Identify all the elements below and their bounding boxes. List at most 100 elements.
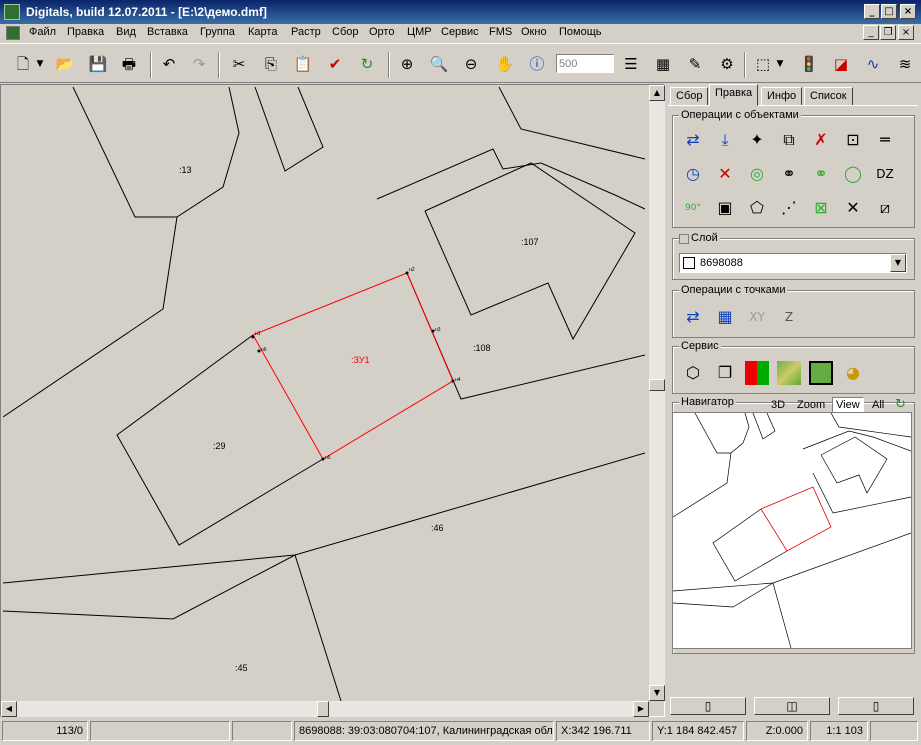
undo-icon[interactable]: ↶ — [158, 53, 180, 75]
refresh-icon[interactable]: ↻ — [356, 53, 378, 75]
delete-vertex-icon[interactable]: ✕ — [713, 162, 737, 186]
mdi-minimize-button[interactable]: _ — [863, 25, 879, 40]
tools-icon[interactable]: ✗ — [809, 128, 833, 152]
union-icon[interactable]: ◎ — [745, 162, 769, 186]
rotate-90-icon[interactable]: 90° — [681, 196, 705, 220]
vertical-scrollbar[interactable]: ▲ ▼ — [649, 85, 665, 701]
menu-fms[interactable]: FMS — [489, 26, 512, 38]
layout-left-icon[interactable]: ▯ — [670, 697, 746, 715]
nav-mode-view[interactable]: View — [832, 397, 864, 413]
horizontal-scrollbar[interactable]: ◀ ▶ — [1, 701, 649, 717]
rotate-icon[interactable]: ◷ — [681, 162, 705, 186]
cube-icon[interactable]: ⬡ — [681, 361, 705, 385]
close-button[interactable]: × — [900, 4, 916, 19]
scroll-up-icon[interactable]: ▲ — [649, 85, 665, 101]
swap-direction-icon[interactable]: ⇄ — [681, 128, 705, 152]
tab-spisok[interactable]: Список — [804, 87, 853, 106]
layout-right-icon[interactable]: ▯ — [838, 697, 914, 715]
scale-input[interactable] — [556, 54, 614, 73]
intersect-icon[interactable]: ⚭ — [777, 162, 801, 186]
new-dropdown-icon[interactable]: ▼ — [34, 53, 46, 75]
zoom-window-icon[interactable]: ⊕ — [396, 53, 418, 75]
menu-file[interactable]: Файл — [29, 26, 56, 38]
nav-refresh-icon[interactable]: ↻ — [895, 397, 906, 412]
settings-icon[interactable]: ⚙ — [716, 53, 738, 75]
layers-icon[interactable]: ☰ — [620, 53, 642, 75]
edit-table-icon[interactable]: ✎ — [684, 53, 706, 75]
nav-mode-3d[interactable]: 3D — [771, 399, 785, 411]
menu-insert[interactable]: Вставка — [147, 26, 188, 38]
cross-lines-icon[interactable]: ✕ — [841, 196, 865, 220]
zoom-in-icon[interactable]: 🔍 — [428, 53, 450, 75]
menu-dem[interactable]: ЦМР — [407, 26, 432, 38]
raster-image-icon[interactable] — [809, 361, 833, 385]
vertical-scroll-thumb[interactable] — [649, 379, 665, 391]
mdi-close-button[interactable]: × — [898, 25, 914, 40]
z-button[interactable]: Z — [777, 305, 801, 329]
grid-cross-icon[interactable]: ⊠ — [809, 196, 833, 220]
menu-ortho[interactable]: Орто — [369, 26, 394, 38]
menu-window[interactable]: Окно — [521, 26, 547, 38]
redo-icon[interactable]: ↷ — [188, 53, 210, 75]
menu-raster[interactable]: Растр — [291, 26, 321, 38]
eraser-icon[interactable]: ⧄ — [873, 196, 897, 220]
layout-split-icon[interactable]: ◫ — [754, 697, 830, 715]
tab-info[interactable]: Инфо — [761, 87, 803, 106]
cut-icon[interactable]: ✂ — [228, 53, 250, 75]
copy-object-icon[interactable]: ⧉ — [777, 128, 801, 152]
hatch-icon[interactable]: ≋ — [894, 53, 916, 75]
dz-icon[interactable]: DZ — [873, 162, 897, 186]
print-icon[interactable]: 🖶 — [118, 53, 140, 75]
mdi-restore-button[interactable]: ❐ — [880, 25, 896, 40]
difference-icon[interactable]: ⚭ — [809, 162, 833, 186]
xy-button[interactable]: XY — [745, 305, 769, 329]
document-icon[interactable] — [6, 26, 20, 40]
wave-icon[interactable]: ∿ — [862, 53, 884, 75]
layer-collapse-icon[interactable] — [679, 234, 689, 244]
menu-group[interactable]: Группа — [200, 26, 235, 38]
navigator-map[interactable] — [672, 412, 912, 649]
insert-down-icon[interactable]: ⤓ — [713, 128, 737, 152]
menu-edit[interactable]: Правка — [67, 26, 104, 38]
map-canvas[interactable]: н1 н2 н3 н4 н5 н6 :13 :107 :108 :29 :46 … — [2, 86, 649, 702]
point-swap-icon[interactable]: ⇄ — [681, 305, 705, 329]
pan-hand-icon[interactable]: ✋ — [494, 53, 516, 75]
scroll-down-icon[interactable]: ▼ — [649, 685, 665, 701]
scroll-left-icon[interactable]: ◀ — [1, 701, 17, 717]
menu-map[interactable]: Карта — [248, 26, 277, 38]
menu-view[interactable]: Вид — [116, 26, 136, 38]
tab-sbor[interactable]: Сбор — [670, 87, 709, 106]
square-icon[interactable]: ▣ — [713, 196, 737, 220]
menu-service[interactable]: Сервис — [441, 26, 479, 38]
point-table-icon[interactable]: ▦ — [713, 305, 737, 329]
tab-pravka[interactable]: Правка — [709, 84, 759, 106]
chevron-down-icon[interactable]: ▼ — [890, 254, 906, 272]
minimize-button[interactable]: _ — [864, 4, 880, 19]
center-point-icon[interactable]: ⊡ — [841, 128, 865, 152]
paste-icon[interactable]: 📋 — [292, 53, 314, 75]
scroll-right-icon[interactable]: ▶ — [633, 701, 649, 717]
raster-mosaic-icon[interactable] — [777, 361, 801, 385]
buffer-icon[interactable]: ◯ — [841, 162, 865, 186]
zoom-out-icon[interactable]: ⊖ — [460, 53, 482, 75]
magic-wand-icon[interactable]: ✦ — [745, 128, 769, 152]
open-folder-icon[interactable]: 📂 — [54, 53, 76, 75]
menu-collect[interactable]: Сбор — [332, 26, 358, 38]
nav-mode-all[interactable]: All — [872, 399, 884, 411]
select-tool-icon[interactable]: ⬚ — [752, 53, 774, 75]
maximize-button[interactable]: □ — [881, 4, 897, 19]
new-file-icon[interactable]: 🗋 — [12, 53, 34, 75]
stack-icon[interactable]: ❐ — [713, 361, 737, 385]
traffic-light-icon[interactable]: 🚦 — [798, 53, 820, 75]
copy-icon[interactable]: ⎘ — [260, 53, 282, 75]
check-icon[interactable]: ✔ — [324, 53, 346, 75]
horizontal-scroll-thumb[interactable] — [317, 701, 329, 717]
table-icon[interactable]: ▦ — [652, 53, 674, 75]
polygon-icon[interactable]: ⬠ — [745, 196, 769, 220]
save-icon[interactable]: 💾 — [87, 53, 109, 75]
highlight-icon[interactable]: ◪ — [830, 53, 852, 75]
select-dropdown-icon[interactable]: ▼ — [774, 53, 786, 75]
color-grid-icon[interactable] — [745, 361, 769, 385]
parallel-line-icon[interactable]: ═ — [873, 128, 897, 152]
layer-select[interactable]: 8698088 ▼ — [679, 253, 907, 273]
